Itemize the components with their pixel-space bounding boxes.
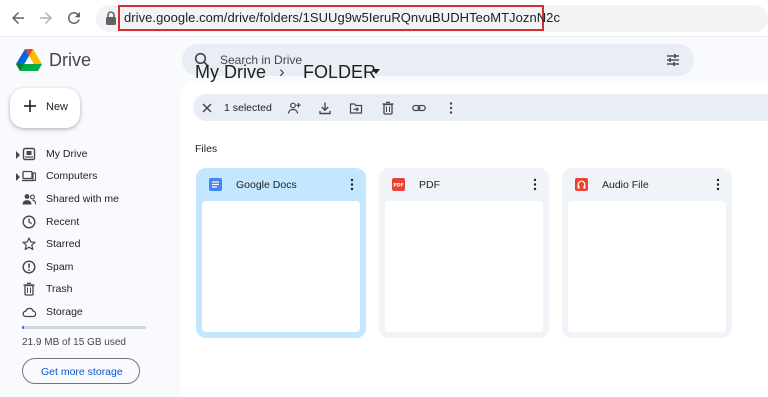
search-options-icon[interactable] <box>665 52 681 68</box>
selection-action-bar <box>193 94 768 121</box>
new-button[interactable] <box>10 88 80 128</box>
file-thumbnail <box>202 201 360 332</box>
sidebar-item-label: Trash <box>46 283 73 295</box>
sidebar-item-spam[interactable]: Spam <box>0 256 170 278</box>
cloud-icon <box>22 307 36 318</box>
breadcrumb-current-folder[interactable]: FOLDER <box>303 62 376 83</box>
forward-arrow-icon[interactable] <box>34 6 58 30</box>
file-card-audio-file[interactable]: Audio File <box>562 168 732 338</box>
file-card-pdf[interactable]: PDF PDF <box>379 168 549 338</box>
file-more-icon[interactable] <box>712 178 724 191</box>
my-drive-icon <box>22 147 36 161</box>
breadcrumb-my-drive[interactable]: My Drive <box>195 62 266 83</box>
app-name: Drive <box>49 50 92 70</box>
drive-logo-icon <box>16 49 42 71</box>
copy-link-icon[interactable] <box>412 101 426 115</box>
svg-text:PDF: PDF <box>393 183 403 189</box>
move-to-folder-icon[interactable] <box>349 101 363 115</box>
files-section-title: Files <box>195 143 218 155</box>
file-thumbnail <box>385 201 543 332</box>
pdf-icon: PDF <box>392 178 405 191</box>
audio-icon <box>575 178 588 191</box>
sidebar-item-label: Starred <box>46 238 81 250</box>
plus-icon <box>24 100 36 112</box>
sidebar-item-label: Recent <box>46 216 80 228</box>
file-thumbnail <box>568 201 726 332</box>
folder-menu-caret-icon[interactable] <box>372 69 380 74</box>
lock-icon <box>106 11 116 25</box>
back-arrow-icon[interactable] <box>6 6 30 30</box>
browser-toolbar: drive.google.com/drive/folders/1SUUg9w5I… <box>0 0 768 37</box>
file-card-google-docs[interactable]: Google Docs <box>196 168 366 338</box>
new-button-label: New <box>46 101 69 113</box>
sidebar-item-recent[interactable]: Recent <box>0 211 170 233</box>
selection-count: 1 selected <box>224 102 272 114</box>
spam-icon <box>22 260 36 274</box>
expand-caret-icon[interactable] <box>15 173 21 181</box>
download-icon[interactable] <box>318 101 332 115</box>
shared-icon <box>22 194 36 205</box>
file-more-icon[interactable] <box>529 178 541 191</box>
more-actions-icon[interactable] <box>444 101 458 115</box>
sidebar-item-label: Computers <box>46 170 98 182</box>
sidebar-item-computers[interactable]: Computers <box>0 165 170 187</box>
storage-usage-text: 21.9 MB of 15 GB used <box>22 337 126 348</box>
sidebar-item-trash[interactable]: Trash <box>0 278 170 300</box>
sidebar-item-storage[interactable]: Storage <box>0 301 170 323</box>
get-more-storage-label[interactable]: Get more storage <box>41 366 123 378</box>
sidebar-item-shared-with-me[interactable]: Shared with me <box>0 188 170 210</box>
computers-icon <box>22 170 36 182</box>
expand-caret-icon[interactable] <box>15 151 21 159</box>
sidebar-item-label: My Drive <box>46 148 88 160</box>
sidebar-item-label: Shared with me <box>46 193 119 205</box>
share-add-person-icon[interactable] <box>287 101 301 115</box>
sidebar-item-label: Spam <box>46 261 74 273</box>
file-name: PDF <box>419 179 440 191</box>
clear-selection-icon[interactable] <box>200 101 214 115</box>
star-icon <box>22 237 36 251</box>
docs-icon <box>209 178 222 191</box>
file-more-icon[interactable] <box>346 178 358 191</box>
sidebar-item-starred[interactable]: Starred <box>0 233 170 255</box>
clock-icon <box>22 215 36 229</box>
delete-icon[interactable] <box>381 101 395 115</box>
url-text[interactable]: drive.google.com/drive/folders/1SUUg9w5I… <box>124 10 560 25</box>
storage-usage-fill <box>22 326 24 329</box>
storage-usage-bar <box>22 326 146 329</box>
sidebar-item-label: Storage <box>46 306 83 318</box>
trash-icon <box>23 282 35 296</box>
reload-icon[interactable] <box>62 6 86 30</box>
file-name: Audio File <box>602 179 649 191</box>
breadcrumb-separator: › <box>279 62 285 81</box>
file-name: Google Docs <box>236 179 297 191</box>
sidebar-item-my-drive[interactable]: My Drive <box>0 143 170 165</box>
